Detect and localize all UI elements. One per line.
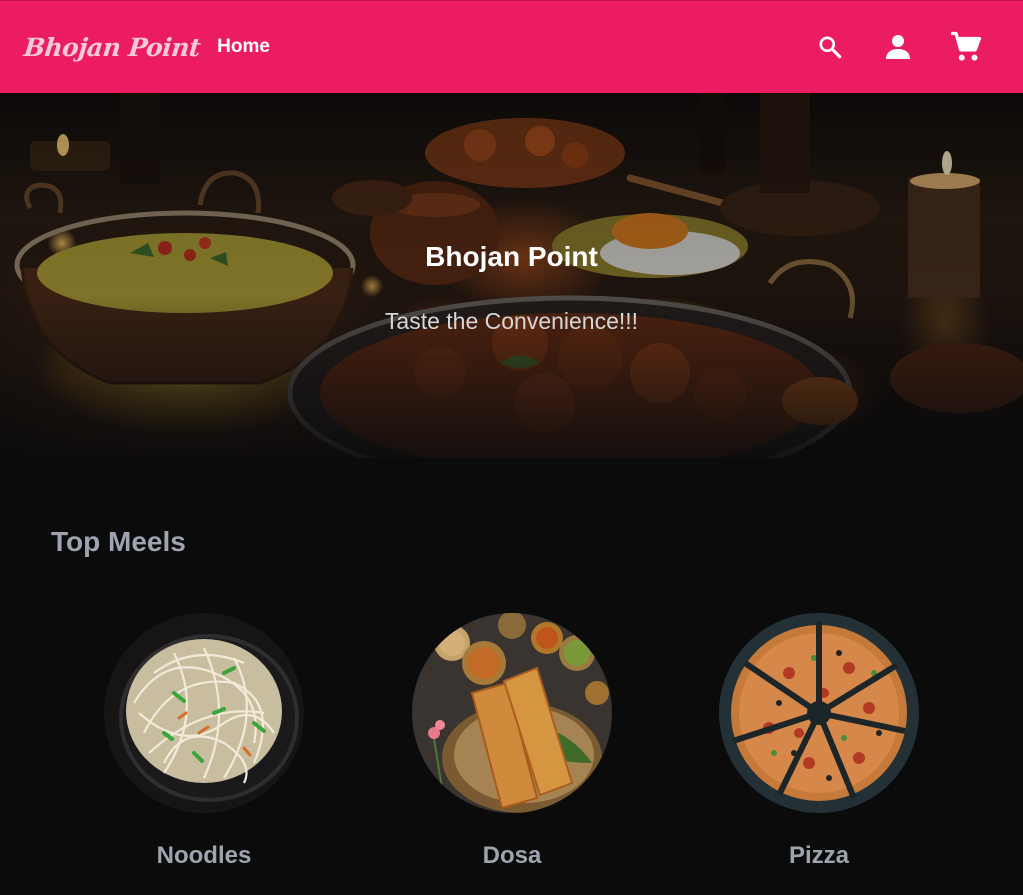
hero-food-image: [14, 93, 1023, 458]
meal-label-pizza[interactable]: Pizza: [719, 842, 919, 870]
meal-card-dosa[interactable]: Dosa: [412, 613, 612, 870]
hero-title: Bhojan Point: [425, 241, 598, 272]
brand-logo[interactable]: Bhojan Point: [22, 33, 201, 62]
meal-card-pizza[interactable]: Pizza: [719, 613, 919, 870]
nav-icon-group: [813, 29, 983, 65]
meal-label-noodles[interactable]: Noodles: [104, 842, 304, 870]
meal-label-dosa[interactable]: Dosa: [412, 842, 612, 870]
meal-card-noodles[interactable]: Noodles: [104, 613, 304, 870]
hero-subtitle: Taste the Convenience!!!: [384, 308, 639, 334]
pizza-image[interactable]: [719, 613, 919, 813]
search-icon[interactable]: [813, 29, 847, 65]
cart-icon[interactable]: [949, 29, 983, 65]
hero-banner: Bhojan Point Taste the Convenience!!!: [0, 93, 1023, 458]
top-meals-heading: Top Meels: [51, 526, 186, 557]
nav-link-home[interactable]: Home: [217, 36, 270, 58]
account-icon[interactable]: [881, 29, 915, 65]
noodles-image[interactable]: [104, 613, 304, 813]
dosa-image[interactable]: [412, 613, 612, 813]
navbar: Bhojan Point Home: [0, 0, 1023, 93]
